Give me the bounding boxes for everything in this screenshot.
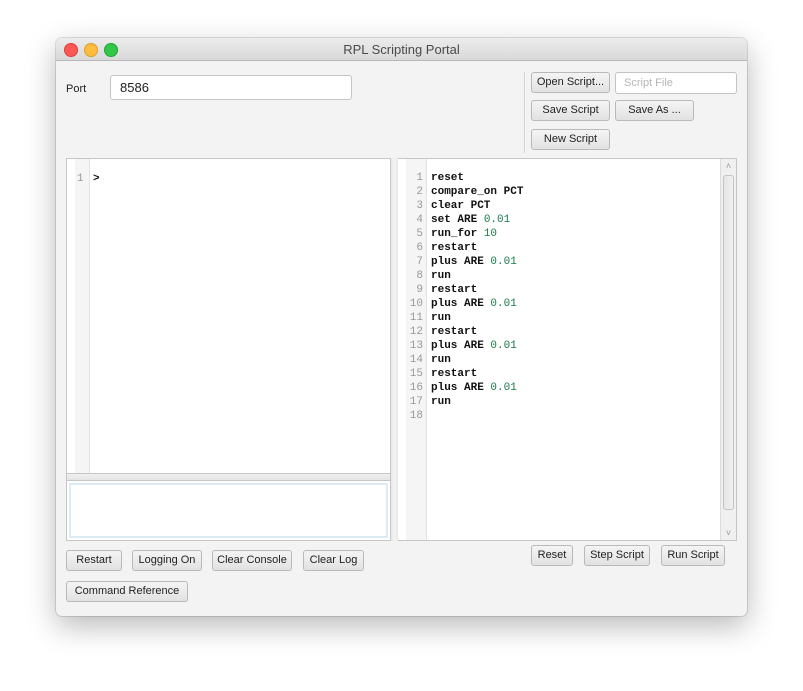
script-line: 6 restart [406,241,523,255]
console-gutter [75,159,90,473]
script-line-number: 18 [409,410,423,422]
restart-button[interactable]: Restart [66,550,122,571]
scroll-down-icon[interactable]: ˅ [721,526,736,540]
script-command-text: run_for [431,228,484,240]
scrollbar-thumb[interactable] [723,175,734,510]
console-output[interactable]: 1 > [67,159,390,473]
script-line-number: 16 [409,382,423,394]
clear-log-button[interactable]: Clear Log [303,550,364,571]
save-script-button[interactable]: Save Script [531,100,610,121]
script-number-literal: 0.01 [490,298,517,310]
script-line: 5 run_for 10 [406,227,523,241]
console-split-divider[interactable] [67,473,390,481]
console-pane: 1 > [66,158,391,541]
scroll-up-icon[interactable]: ˄ [721,159,736,173]
run-script-button[interactable]: Run Script [661,545,725,566]
console-line-number: 1 [77,173,84,185]
script-line: 17 run [406,395,523,409]
reset-button[interactable]: Reset [531,545,573,566]
script-line-number: 11 [409,312,423,324]
script-line-number: 10 [409,298,423,310]
port-input[interactable] [110,75,352,100]
script-line-number: 8 [416,270,423,282]
script-line: 3 clear PCT [406,199,523,213]
script-line: 12 restart [406,325,523,339]
script-line-number: 4 [416,214,423,226]
script-line: 15 restart [406,367,523,381]
script-number-literal: 0.01 [483,214,511,226]
port-label: Port [66,83,87,95]
script-line-number: 2 [416,186,423,198]
script-line-number: 14 [409,354,423,366]
script-line-number: 17 [409,396,423,408]
script-line-number: 5 [416,228,423,240]
script-number-literal: 0.01 [490,340,517,352]
script-scrollbar[interactable]: ˄ ˅ [720,159,736,540]
script-command-text: run [431,354,451,366]
script-command-text: restart [431,284,478,296]
script-number-literal: 0.01 [490,256,517,268]
script-command-text: restart [431,326,478,338]
script-number-literal: 10 [483,228,498,240]
script-line: 14 run [406,353,523,367]
script-line: 9 restart [406,283,523,297]
command-reference-button[interactable]: Command Reference [66,581,188,602]
script-command-text: plus ARE [431,382,491,394]
script-command-text: restart [431,242,478,254]
script-editor[interactable]: 1 reset 2 compare_on PCT 3 clear PCT 4 set ARE … [398,158,737,541]
script-line-number: 12 [409,326,423,338]
save-as-button[interactable]: Save As ... [615,100,694,121]
script-line: 8 run [406,269,523,283]
script-command-text: compare_on PCT [431,186,524,198]
logging-toggle-button[interactable]: Logging On [132,550,202,571]
script-line-number: 6 [416,242,423,254]
script-command-text: run [431,312,451,324]
script-line-number: 7 [416,256,423,268]
script-line: 11 run [406,311,523,325]
script-command-text: clear PCT [431,200,491,212]
script-line-number: 3 [416,200,423,212]
script-command-text: run [431,396,451,408]
window-title: RPL Scripting Portal [343,42,460,57]
step-script-button[interactable]: Step Script [584,545,650,566]
console-prompt: > [93,173,100,185]
script-line: 10 plus ARE 0.01 [406,297,523,311]
script-command-text: reset [431,172,465,184]
script-line: 16 plus ARE 0.01 [406,381,523,395]
script-line-number: 15 [409,368,423,380]
title-bar[interactable]: RPL Scripting Portal [56,38,747,61]
script-line: 4 set ARE 0.01 [406,213,523,227]
script-command-text: restart [431,368,478,380]
app-window: RPL Scripting Portal Port Open Script...… [56,38,747,616]
script-line: 7 plus ARE 0.01 [406,255,523,269]
script-line: 1 reset [406,171,523,185]
script-lines: 1 reset 2 compare_on PCT 3 clear PCT 4 set ARE … [406,171,524,423]
script-command-text: run [431,270,451,282]
script-command-text: plus ARE [431,298,491,310]
script-line-number: 13 [409,340,423,352]
script-file-input[interactable] [615,72,737,94]
console-command-input[interactable] [69,483,388,538]
open-script-button[interactable]: Open Script... [531,72,610,93]
clear-console-button[interactable]: Clear Console [212,550,292,571]
script-command-text: set ARE [431,214,484,226]
script-line: 2 compare_on PCT [406,185,523,199]
script-command-text: plus ARE [431,256,491,268]
script-number-literal: 0.01 [490,382,517,394]
new-script-button[interactable]: New Script [531,129,610,150]
script-line: 13 plus ARE 0.01 [406,339,523,353]
script-line-number: 9 [416,284,423,296]
script-line: 18 [406,409,523,423]
script-line-number: 1 [416,172,423,184]
script-command-text: plus ARE [431,340,491,352]
toolbar-separator [524,72,525,153]
